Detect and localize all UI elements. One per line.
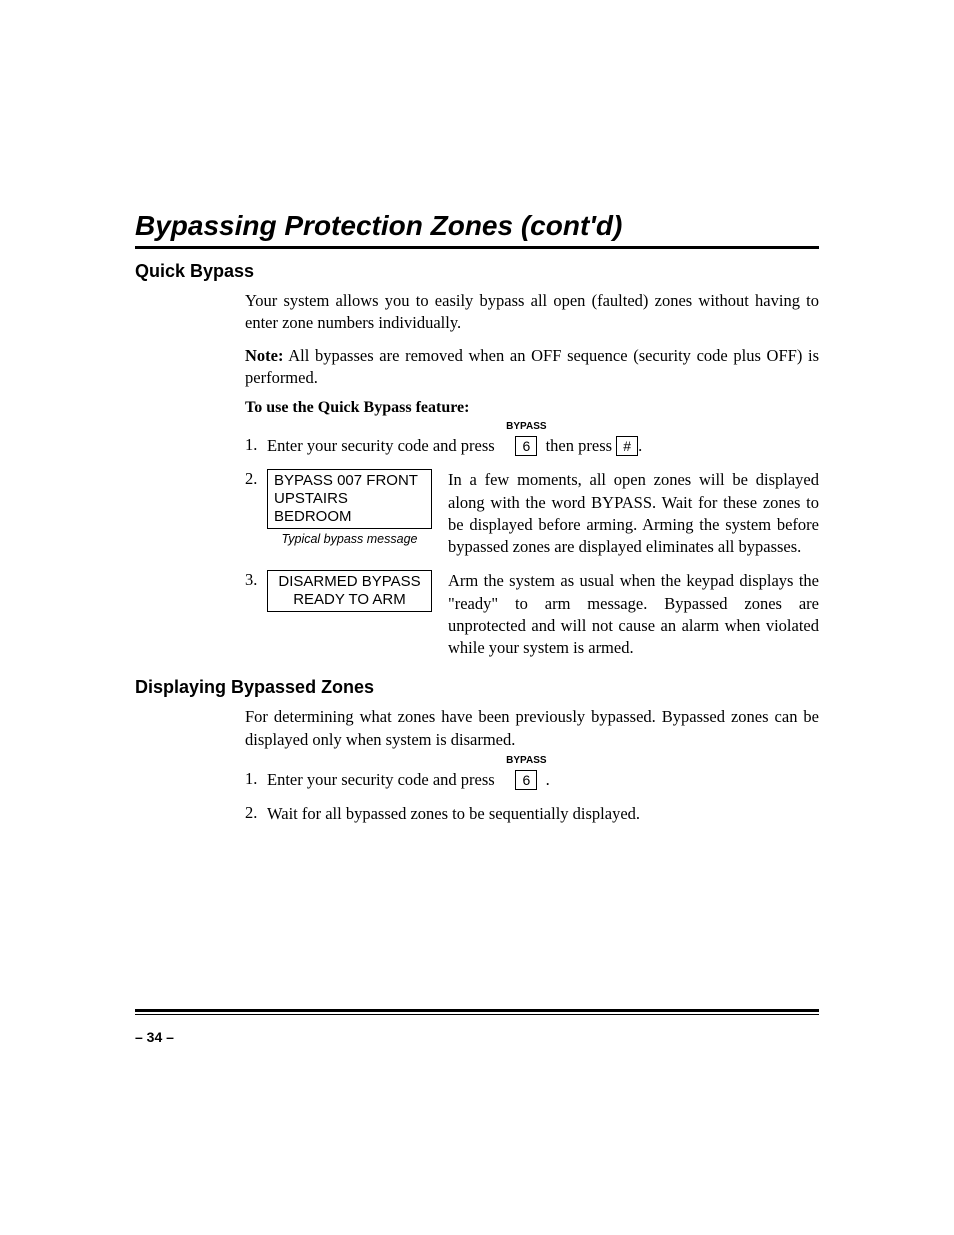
step-3-text: Arm the system as usual when the keypad …	[448, 570, 819, 659]
quick-step-1: 1. Enter your security code and press BY…	[245, 435, 819, 457]
step-number: 3.	[245, 570, 267, 590]
note-label: Note:	[245, 346, 283, 365]
step-1-text-a: Enter your security code and press	[267, 436, 495, 455]
display-step-2: 2. Wait for all bypassed zones to be seq…	[245, 803, 819, 825]
section-heading-display-bypassed: Displaying Bypassed Zones	[135, 677, 819, 698]
display-line: READY TO ARM	[274, 591, 425, 609]
key-6: 6	[515, 436, 537, 456]
display-bypassed-content: For determining what zones have been pre…	[245, 706, 819, 825]
step-2-text: In a few moments, all open zones will be…	[448, 469, 819, 558]
quick-step-2: 2. BYPASS 007 FRONT UPSTAIRS BEDROOM Typ…	[245, 469, 819, 558]
step-1-text: Enter your security code and press BYPAS…	[267, 435, 819, 457]
display-step-2-text: Wait for all bypassed zones to be sequen…	[267, 803, 819, 825]
key-label-bypass: BYPASS	[506, 420, 546, 434]
note-body: All bypasses are removed when an OFF seq…	[245, 346, 819, 387]
display-step-1: 1. Enter your security code and press BY…	[245, 769, 819, 791]
page-footer: – 34 –	[135, 1009, 819, 1045]
step-1-mid: then press	[546, 436, 612, 455]
display-line: DISARMED BYPASS	[274, 573, 425, 591]
step-3-display-col: DISARMED BYPASS READY TO ARM	[267, 570, 432, 612]
page-container: Bypassing Protection Zones (cont'd) Quic…	[0, 0, 954, 1235]
key-label-bypass: BYPASS	[506, 754, 546, 768]
display-step-1-text: Enter your security code and press BYPAS…	[267, 769, 819, 791]
footer-rule-thick	[135, 1009, 819, 1012]
quick-bypass-content: Your system allows you to easily bypass …	[245, 290, 819, 659]
title-rule	[135, 246, 819, 249]
step-number: 2.	[245, 803, 267, 823]
page-number: – 34 –	[135, 1029, 819, 1045]
step-1-end: .	[638, 436, 642, 455]
quick-bypass-intro: Your system allows you to easily bypass …	[245, 290, 819, 335]
key-6-wrap: BYPASS 6	[515, 769, 537, 791]
display-line: BYPASS 007 FRONT	[274, 472, 425, 490]
key-6: 6	[515, 770, 537, 790]
step-number: 1.	[245, 769, 267, 789]
display-intro: For determining what zones have been pre…	[245, 706, 819, 751]
key-hash: #	[616, 436, 638, 456]
step-number: 2.	[245, 469, 267, 489]
display-step-1-end: .	[546, 770, 550, 789]
keypad-display-disarmed: DISARMED BYPASS READY TO ARM	[267, 570, 432, 612]
display-step-1-text-a: Enter your security code and press	[267, 770, 495, 789]
display-caption: Typical bypass message	[267, 532, 432, 546]
quick-bypass-lead: To use the Quick Bypass feature:	[245, 399, 819, 417]
step-number: 1.	[245, 435, 267, 455]
quick-step-3: 3. DISARMED BYPASS READY TO ARM Arm the …	[245, 570, 819, 659]
step-2-display-col: BYPASS 007 FRONT UPSTAIRS BEDROOM Typica…	[267, 469, 432, 546]
footer-rule-thin	[135, 1014, 819, 1015]
page-title: Bypassing Protection Zones (cont'd)	[135, 210, 819, 242]
display-line: UPSTAIRS BEDROOM	[274, 490, 425, 526]
section-heading-quick-bypass: Quick Bypass	[135, 261, 819, 282]
keypad-display-bypass: BYPASS 007 FRONT UPSTAIRS BEDROOM	[267, 469, 432, 529]
key-6-wrap: BYPASS 6	[515, 435, 537, 457]
quick-bypass-note: Note: All bypasses are removed when an O…	[245, 345, 819, 390]
